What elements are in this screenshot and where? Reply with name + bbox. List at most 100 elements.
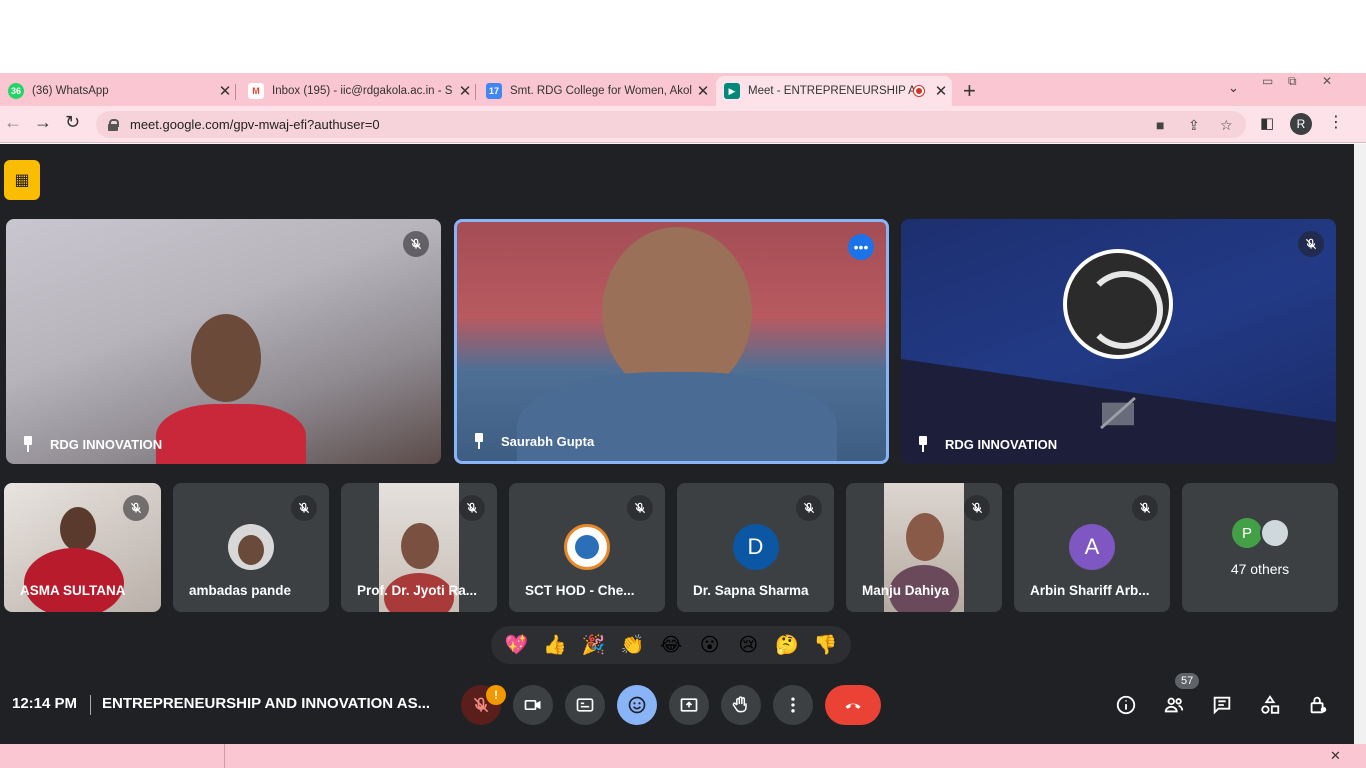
chevron-down-icon[interactable]: ⌄	[1228, 80, 1239, 96]
pin-icon[interactable]	[473, 433, 485, 449]
main-tile-3[interactable]: RDG INNOVATION	[901, 219, 1336, 464]
reactions-bar: 💖 👍 🎉 👏 😂 😮 😢 🤔 👎	[491, 626, 851, 664]
more-options-button[interactable]	[773, 685, 813, 725]
camera-blocked-icon[interactable]: ■	[1156, 117, 1164, 133]
divider	[90, 695, 91, 715]
reaction-party[interactable]: 🎉	[577, 633, 611, 657]
hand-icon	[732, 696, 747, 713]
chat-button[interactable]	[1209, 692, 1235, 718]
others-count: 47 others	[1230, 561, 1290, 577]
participant-video-body	[156, 404, 306, 464]
muted-mic-icon	[964, 495, 990, 521]
muted-mic-icon	[796, 495, 822, 521]
profile-avatar[interactable]: R	[1290, 113, 1312, 135]
tab-gmail[interactable]: M Inbox (195) - iic@rdgakola.ac.in - S ✕	[240, 76, 476, 106]
shapes-icon	[1261, 695, 1280, 714]
camera-toggle-button[interactable]	[513, 685, 553, 725]
muted-mic-icon	[627, 495, 653, 521]
page-scrollbar[interactable]	[1354, 144, 1366, 744]
no-video-badge-icon[interactable]: ▦	[4, 160, 40, 200]
browser-menu-icon[interactable]: ⋮	[1328, 112, 1344, 132]
avatar	[228, 524, 274, 570]
reaction-thinking[interactable]: 🤔	[770, 633, 804, 657]
close-icon[interactable]: ✕	[214, 82, 236, 100]
meeting-time: 12:14 PM	[12, 695, 78, 712]
participant-name: Prof. Dr. Jyoti Ra...	[357, 583, 478, 598]
close-icon[interactable]: ✕	[692, 82, 714, 100]
tab-rdg-college[interactable]: 17 Smt. RDG College for Women, Akola ✕	[478, 76, 714, 106]
reaction-surprised[interactable]: 😮	[693, 634, 727, 657]
present-icon	[680, 698, 698, 712]
small-tile-sct-hod[interactable]: SCT HOD - Che...	[509, 483, 665, 612]
small-tile-sapna-sharma[interactable]: D Dr. Sapna Sharma	[677, 483, 834, 612]
star-icon[interactable]: ☆	[1220, 117, 1233, 134]
participant-name: RDG INNOVATION	[945, 436, 1058, 452]
new-tab-button[interactable]: +	[963, 78, 976, 104]
emoji-icon	[628, 696, 646, 714]
divider	[224, 744, 225, 768]
raise-hand-button[interactable]	[721, 685, 761, 725]
participant-name: Manju Dahiya	[862, 583, 950, 598]
leave-call-button[interactable]	[825, 685, 881, 725]
tab-title: Inbox (195) - iic@rdgakola.ac.in - S	[272, 85, 453, 97]
participant-name: SCT HOD - Che...	[525, 583, 635, 598]
present-screen-button[interactable]	[669, 685, 709, 725]
more-options-icon[interactable]: •••	[848, 234, 874, 260]
pin-icon[interactable]	[917, 436, 929, 452]
avatar: P	[1232, 518, 1262, 548]
small-tile-manju-dahiya[interactable]: Manju Dahiya	[846, 483, 1002, 612]
tab-title: Meet - ENTREPRENEURSHIP A	[748, 85, 914, 97]
muted-mic-icon	[291, 495, 317, 521]
back-icon[interactable]: ←	[4, 112, 22, 133]
minimize-icon[interactable]: ▭	[1262, 74, 1273, 88]
window-close-icon[interactable]: ✕	[1322, 74, 1332, 88]
muted-mic-icon	[123, 495, 149, 521]
tab-meet[interactable]: ▶ Meet - ENTREPRENEURSHIP A ✕	[716, 76, 952, 106]
close-icon[interactable]: ✕	[454, 82, 476, 100]
reaction-thumbs-down[interactable]: 👎	[809, 633, 843, 657]
small-tile-jyoti[interactable]: Prof. Dr. Jyoti Ra...	[341, 483, 497, 612]
tab-whatsapp[interactable]: 36 (36) WhatsApp ✕	[0, 76, 236, 106]
calendar-icon: 17	[486, 83, 502, 99]
reaction-heart[interactable]: 💖	[499, 633, 533, 657]
reaction-sad[interactable]: 😢	[731, 634, 765, 657]
end-call-icon	[845, 703, 861, 709]
side-panel-icon[interactable]: ◧	[1260, 114, 1274, 132]
chat-icon	[1213, 696, 1231, 715]
reload-icon[interactable]: ↻	[65, 112, 80, 133]
main-tile-2-active-speaker[interactable]: ••• Saurabh Gupta	[454, 219, 889, 464]
more-vert-icon	[791, 697, 795, 713]
reaction-thumbs-up[interactable]: 👍	[538, 633, 572, 657]
reactions-button[interactable]	[617, 685, 657, 725]
close-icon[interactable]: ✕	[930, 82, 952, 100]
tab-title: (36) WhatsApp	[32, 85, 109, 97]
tab-title: Smt. RDG College for Women, Akola	[510, 85, 692, 97]
small-tile-arbin-shariff[interactable]: A Arbin Shariff Arb...	[1014, 483, 1170, 612]
reaction-clap[interactable]: 👏	[615, 633, 649, 657]
captions-button[interactable]	[565, 685, 605, 725]
captions-icon	[576, 698, 594, 712]
video-camera-icon	[524, 700, 541, 710]
meeting-details-button[interactable]	[1113, 692, 1139, 718]
small-tile-ambadas-pande[interactable]: ambadas pande	[173, 483, 329, 612]
pin-icon[interactable]	[22, 436, 34, 452]
activities-button[interactable]	[1257, 692, 1283, 718]
lock-person-icon	[1310, 696, 1327, 714]
host-controls-button[interactable]	[1305, 692, 1331, 718]
obs-logo-icon	[1063, 249, 1173, 359]
small-tile-others[interactable]: P 47 others	[1182, 483, 1338, 612]
top-blank-area	[0, 0, 1366, 73]
url-input[interactable]: meet.google.com/gpv-mwaj-efi?authuser=0 …	[96, 111, 1246, 138]
main-tile-1[interactable]: RDG INNOVATION	[6, 219, 441, 464]
close-icon[interactable]: ✕	[1330, 748, 1341, 764]
avatar	[1260, 518, 1290, 548]
people-button[interactable]	[1161, 692, 1187, 718]
meeting-title: ENTREPRENEURSHIP AND INNOVATION AS...	[102, 695, 431, 712]
restore-icon[interactable]: ⧉	[1288, 74, 1297, 89]
browser-tab-bar: 36 (36) WhatsApp ✕ M Inbox (195) - iic@r…	[0, 73, 1366, 106]
share-icon[interactable]: ⇪	[1188, 117, 1200, 134]
reaction-laugh[interactable]: 😂	[654, 634, 688, 657]
recording-icon	[914, 86, 924, 96]
forward-icon[interactable]: →	[34, 112, 52, 133]
small-tile-asma-sultana[interactable]: ASMA SULTANA	[4, 483, 161, 612]
